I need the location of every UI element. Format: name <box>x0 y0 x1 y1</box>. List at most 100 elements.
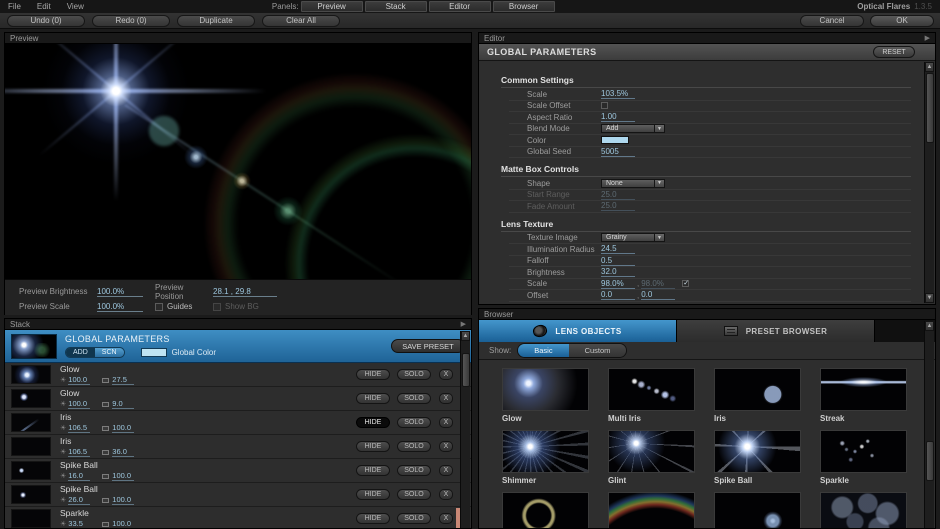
param-value[interactable]: 5005 <box>601 147 635 157</box>
show-bg-checkbox[interactable] <box>213 303 221 311</box>
param-value-y[interactable]: 98.0% <box>641 279 675 289</box>
scroll-down-icon[interactable]: ▼ <box>925 293 934 303</box>
layer-brightness-value[interactable]: 33.5 <box>68 519 90 529</box>
scroll-up-icon[interactable]: ▲ <box>925 62 934 72</box>
scroll-up-icon[interactable]: ▲ <box>461 331 470 341</box>
param-dropdown[interactable]: Grainy▼ <box>601 233 665 242</box>
layer-scale-value[interactable]: 100.0 <box>112 471 134 481</box>
delete-layer-button[interactable]: X <box>439 369 453 380</box>
tab-lens-objects[interactable]: LENS OBJECTS <box>479 320 677 342</box>
scn-button[interactable]: SCN <box>95 348 124 357</box>
hide-button[interactable]: HIDE <box>356 441 390 452</box>
layer-brightness-value[interactable]: 26.0 <box>68 495 90 505</box>
menu-edit[interactable]: Edit <box>29 2 59 11</box>
param-dropdown[interactable]: None▼ <box>601 179 665 188</box>
layer-scale-value[interactable]: 9.0 <box>112 399 134 409</box>
stack-layer-row[interactable]: Spike Ball☀26.0100.0HIDESOLOX <box>5 483 471 507</box>
delete-layer-button[interactable]: X <box>439 417 453 428</box>
lens-object-item[interactable]: Multi Iris <box>608 368 695 423</box>
lens-object-thumb-glow[interactable] <box>502 368 589 411</box>
reset-button[interactable]: RESET <box>873 46 915 58</box>
stack-layer-row[interactable]: Glow☀100.09.0HIDESOLOX <box>5 387 471 411</box>
layer-brightness-value[interactable]: 100.0 <box>68 399 90 409</box>
lens-object-item[interactable]: Spike Ball <box>714 430 801 485</box>
preview-brightness-value[interactable]: 100.0% <box>97 287 143 297</box>
duplicate-button[interactable]: Duplicate <box>177 15 255 27</box>
lens-object-item[interactable]: Iris <box>714 368 801 423</box>
scroll-up-icon[interactable]: ▲ <box>925 321 934 331</box>
global-color-swatch[interactable] <box>141 348 167 357</box>
stack-layer-row[interactable]: Glow☀100.027.5HIDESOLOX <box>5 363 471 387</box>
browser-scrollbar[interactable]: ▲ <box>924 321 934 528</box>
lens-object-thumb-shimmer[interactable] <box>502 430 589 473</box>
chevron-down-icon[interactable]: ▼ <box>654 125 664 132</box>
solo-button[interactable]: SOLO <box>397 465 431 476</box>
preview-canvas[interactable] <box>5 44 471 279</box>
delete-layer-button[interactable]: X <box>439 465 453 476</box>
layer-brightness-value[interactable]: 16.0 <box>68 471 90 481</box>
lens-object-item[interactable] <box>502 492 589 529</box>
layer-scale-value[interactable]: 100.0 <box>112 495 134 505</box>
hide-button[interactable]: HIDE <box>356 417 390 428</box>
lens-object-thumb-streak[interactable] <box>820 368 907 411</box>
lens-object-item[interactable]: Streak <box>820 368 907 423</box>
param-value-x[interactable]: 98.0% <box>601 279 635 289</box>
browser-scrollbar-thumb[interactable] <box>926 441 934 481</box>
stack-collapse-icon[interactable]: ▶ <box>461 320 466 328</box>
lens-object-item[interactable] <box>820 492 907 529</box>
delete-layer-button[interactable]: X <box>439 513 453 524</box>
param-value-y[interactable]: 0.0 <box>641 290 675 300</box>
layer-brightness-value[interactable]: 106.5 <box>68 423 90 433</box>
chevron-down-icon[interactable]: ▼ <box>654 180 664 187</box>
stack-layer-row[interactable]: Iris☀106.536.0HIDESOLOX <box>5 435 471 459</box>
panel-tab-browser[interactable]: Browser <box>493 1 555 12</box>
param-value[interactable]: 25.0 <box>601 190 635 200</box>
solo-button[interactable]: SOLO <box>397 513 431 524</box>
redo-button[interactable]: Redo (0) <box>92 15 170 27</box>
layer-scale-value[interactable]: 100.0 <box>112 519 134 529</box>
cancel-button[interactable]: Cancel <box>800 15 864 27</box>
layer-scale-value[interactable]: 36.0 <box>112 447 134 457</box>
delete-layer-button[interactable]: X <box>439 441 453 452</box>
editor-collapse-icon[interactable]: ▶ <box>925 34 930 42</box>
param-value-x[interactable]: 0.0 <box>601 290 635 300</box>
menu-view[interactable]: View <box>59 2 92 11</box>
chevron-down-icon[interactable]: ▼ <box>654 234 664 241</box>
param-dropdown[interactable]: Add▼ <box>601 124 665 133</box>
preview-scale-value[interactable]: 100.0% <box>97 302 143 312</box>
delete-layer-button[interactable]: X <box>439 489 453 500</box>
stack-layer-row[interactable]: Sparkle☀33.5100.0HIDESOLOX <box>5 507 471 529</box>
panel-tab-editor[interactable]: Editor <box>429 1 491 12</box>
layer-brightness-value[interactable]: 100.0 <box>68 375 90 385</box>
param-value[interactable]: 1.00 <box>601 112 635 122</box>
stack-global-row[interactable]: GLOBAL PARAMETERS ADD SCN Global Color S… <box>5 330 471 363</box>
param-value[interactable]: 103.5% <box>601 89 635 99</box>
hide-button[interactable]: HIDE <box>356 393 390 404</box>
param-value[interactable]: 32.0 <box>601 267 635 277</box>
lens-object-item[interactable]: Glint <box>608 430 695 485</box>
solo-button[interactable]: SOLO <box>397 417 431 428</box>
panel-tab-stack[interactable]: Stack <box>365 1 427 12</box>
preview-position-value[interactable]: 28.1 , 29.8 <box>213 287 277 297</box>
add-button[interactable]: ADD <box>66 348 95 357</box>
hide-button[interactable]: HIDE <box>356 489 390 500</box>
lens-object-thumb-spikeball[interactable] <box>714 430 801 473</box>
menu-file[interactable]: File <box>0 2 29 11</box>
lens-object-thumb-glint[interactable] <box>608 430 695 473</box>
panel-tab-preview[interactable]: Preview <box>301 1 363 12</box>
editor-scrollbar[interactable]: ▲ ▼ <box>924 62 934 303</box>
save-preset-button[interactable]: SAVE PRESET <box>391 339 465 353</box>
hide-button[interactable]: HIDE <box>356 369 390 380</box>
solo-button[interactable]: SOLO <box>397 369 431 380</box>
lens-object-thumb-sparkle[interactable] <box>820 430 907 473</box>
stack-scrollbar[interactable]: ▲ <box>460 331 470 528</box>
lens-object-thumb-bokeh[interactable] <box>820 492 907 529</box>
filter-basic[interactable]: Basic <box>518 344 568 357</box>
lens-object-thumb-multi-iris[interactable] <box>608 368 695 411</box>
undo-button[interactable]: Undo (0) <box>7 15 85 27</box>
filter-custom[interactable]: Custom <box>569 344 627 357</box>
param-value[interactable]: 24.5 <box>601 244 635 254</box>
clear-all-button[interactable]: Clear All <box>262 15 340 27</box>
editor-scrollbar-thumb[interactable] <box>926 73 934 143</box>
solo-button[interactable]: SOLO <box>397 441 431 452</box>
